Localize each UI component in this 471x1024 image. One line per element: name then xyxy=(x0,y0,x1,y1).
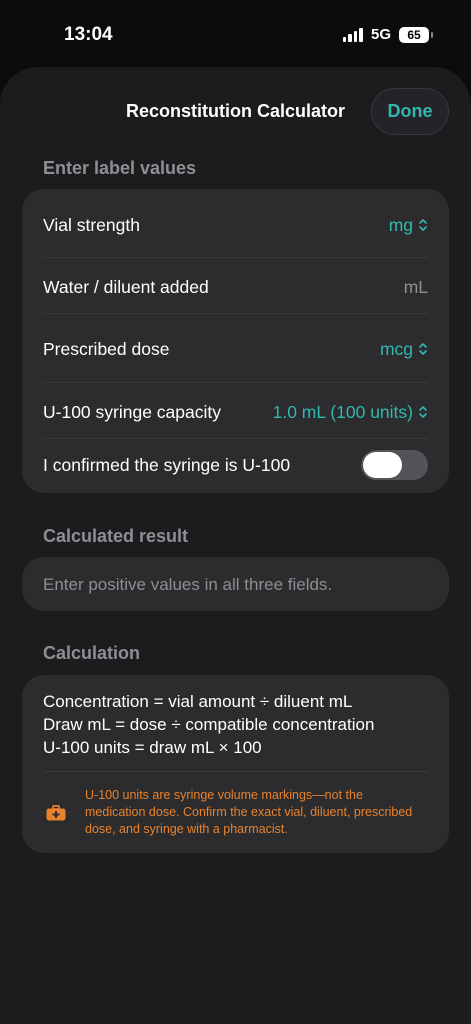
calculation-card: Concentration = vial amount ÷ diluent mL… xyxy=(22,675,449,853)
medical-kit-icon xyxy=(46,805,66,821)
status-indicators: 5G 65 xyxy=(342,26,433,43)
vial-strength-unit-picker[interactable]: mg xyxy=(389,215,428,236)
formula-units: U-100 units = draw mL × 100 xyxy=(43,738,262,757)
status-bar: 13:04 5G 65 xyxy=(0,0,471,64)
confirm-u100-row: I confirmed the syringe is U-100 xyxy=(43,449,428,481)
done-button[interactable]: Done xyxy=(371,88,449,135)
chevron-up-down-icon xyxy=(419,219,427,231)
result-card: Enter positive values in all three field… xyxy=(22,557,449,611)
diluent-row[interactable]: Water / diluent added mL xyxy=(43,271,428,303)
chevron-up-down-icon xyxy=(419,343,427,355)
warning-message: U-100 units are syringe volume markings—… xyxy=(85,788,413,836)
formula-concentration: Concentration = vial amount ÷ diluent mL xyxy=(43,692,353,711)
diluent-unit: mL xyxy=(403,276,428,297)
divider xyxy=(43,438,428,439)
syringe-capacity-picker[interactable]: 1.0 mL (100 units) xyxy=(273,402,428,423)
dose-unit-picker[interactable]: mcg xyxy=(380,339,428,360)
confirm-u100-toggle[interactable] xyxy=(361,450,428,480)
chevron-up-down-icon xyxy=(419,406,427,418)
prescribed-dose-label: Prescribed dose xyxy=(43,338,170,359)
syringe-capacity-label: U-100 syringe capacity xyxy=(43,401,221,422)
syringe-capacity-row[interactable]: U-100 syringe capacity 1.0 mL (100 units… xyxy=(43,396,428,428)
result-message: Enter positive values in all three field… xyxy=(43,575,333,594)
confirm-u100-label: I confirmed the syringe is U-100 xyxy=(43,454,291,475)
prescribed-dose-row[interactable]: Prescribed dose mcg xyxy=(43,333,428,365)
label-values-card: Vial strength mg Water / diluent added m… xyxy=(22,189,449,493)
network-type-label: 5G xyxy=(370,26,391,43)
result-header: Calculated result xyxy=(43,526,189,546)
formula-draw: Draw mL = dose ÷ compatible concentratio… xyxy=(43,715,375,734)
calculator-sheet: Reconstitution Calculator Done Enter lab… xyxy=(0,67,471,1024)
diluent-label: Water / diluent added xyxy=(43,276,209,297)
divider xyxy=(43,313,428,314)
vial-strength-label: Vial strength xyxy=(43,214,140,235)
battery-icon: 65 xyxy=(399,26,433,43)
divider xyxy=(43,257,428,258)
label-values-header: Enter label values xyxy=(43,158,197,178)
divider xyxy=(43,382,428,383)
divider xyxy=(43,771,428,772)
toggle-knob xyxy=(363,452,402,478)
calculation-header: Calculation xyxy=(43,643,141,663)
battery-level: 65 xyxy=(407,27,421,42)
vial-strength-row[interactable]: Vial strength mg xyxy=(43,209,428,241)
cellular-signal-icon xyxy=(342,27,363,42)
status-time: 13:04 xyxy=(64,24,113,45)
